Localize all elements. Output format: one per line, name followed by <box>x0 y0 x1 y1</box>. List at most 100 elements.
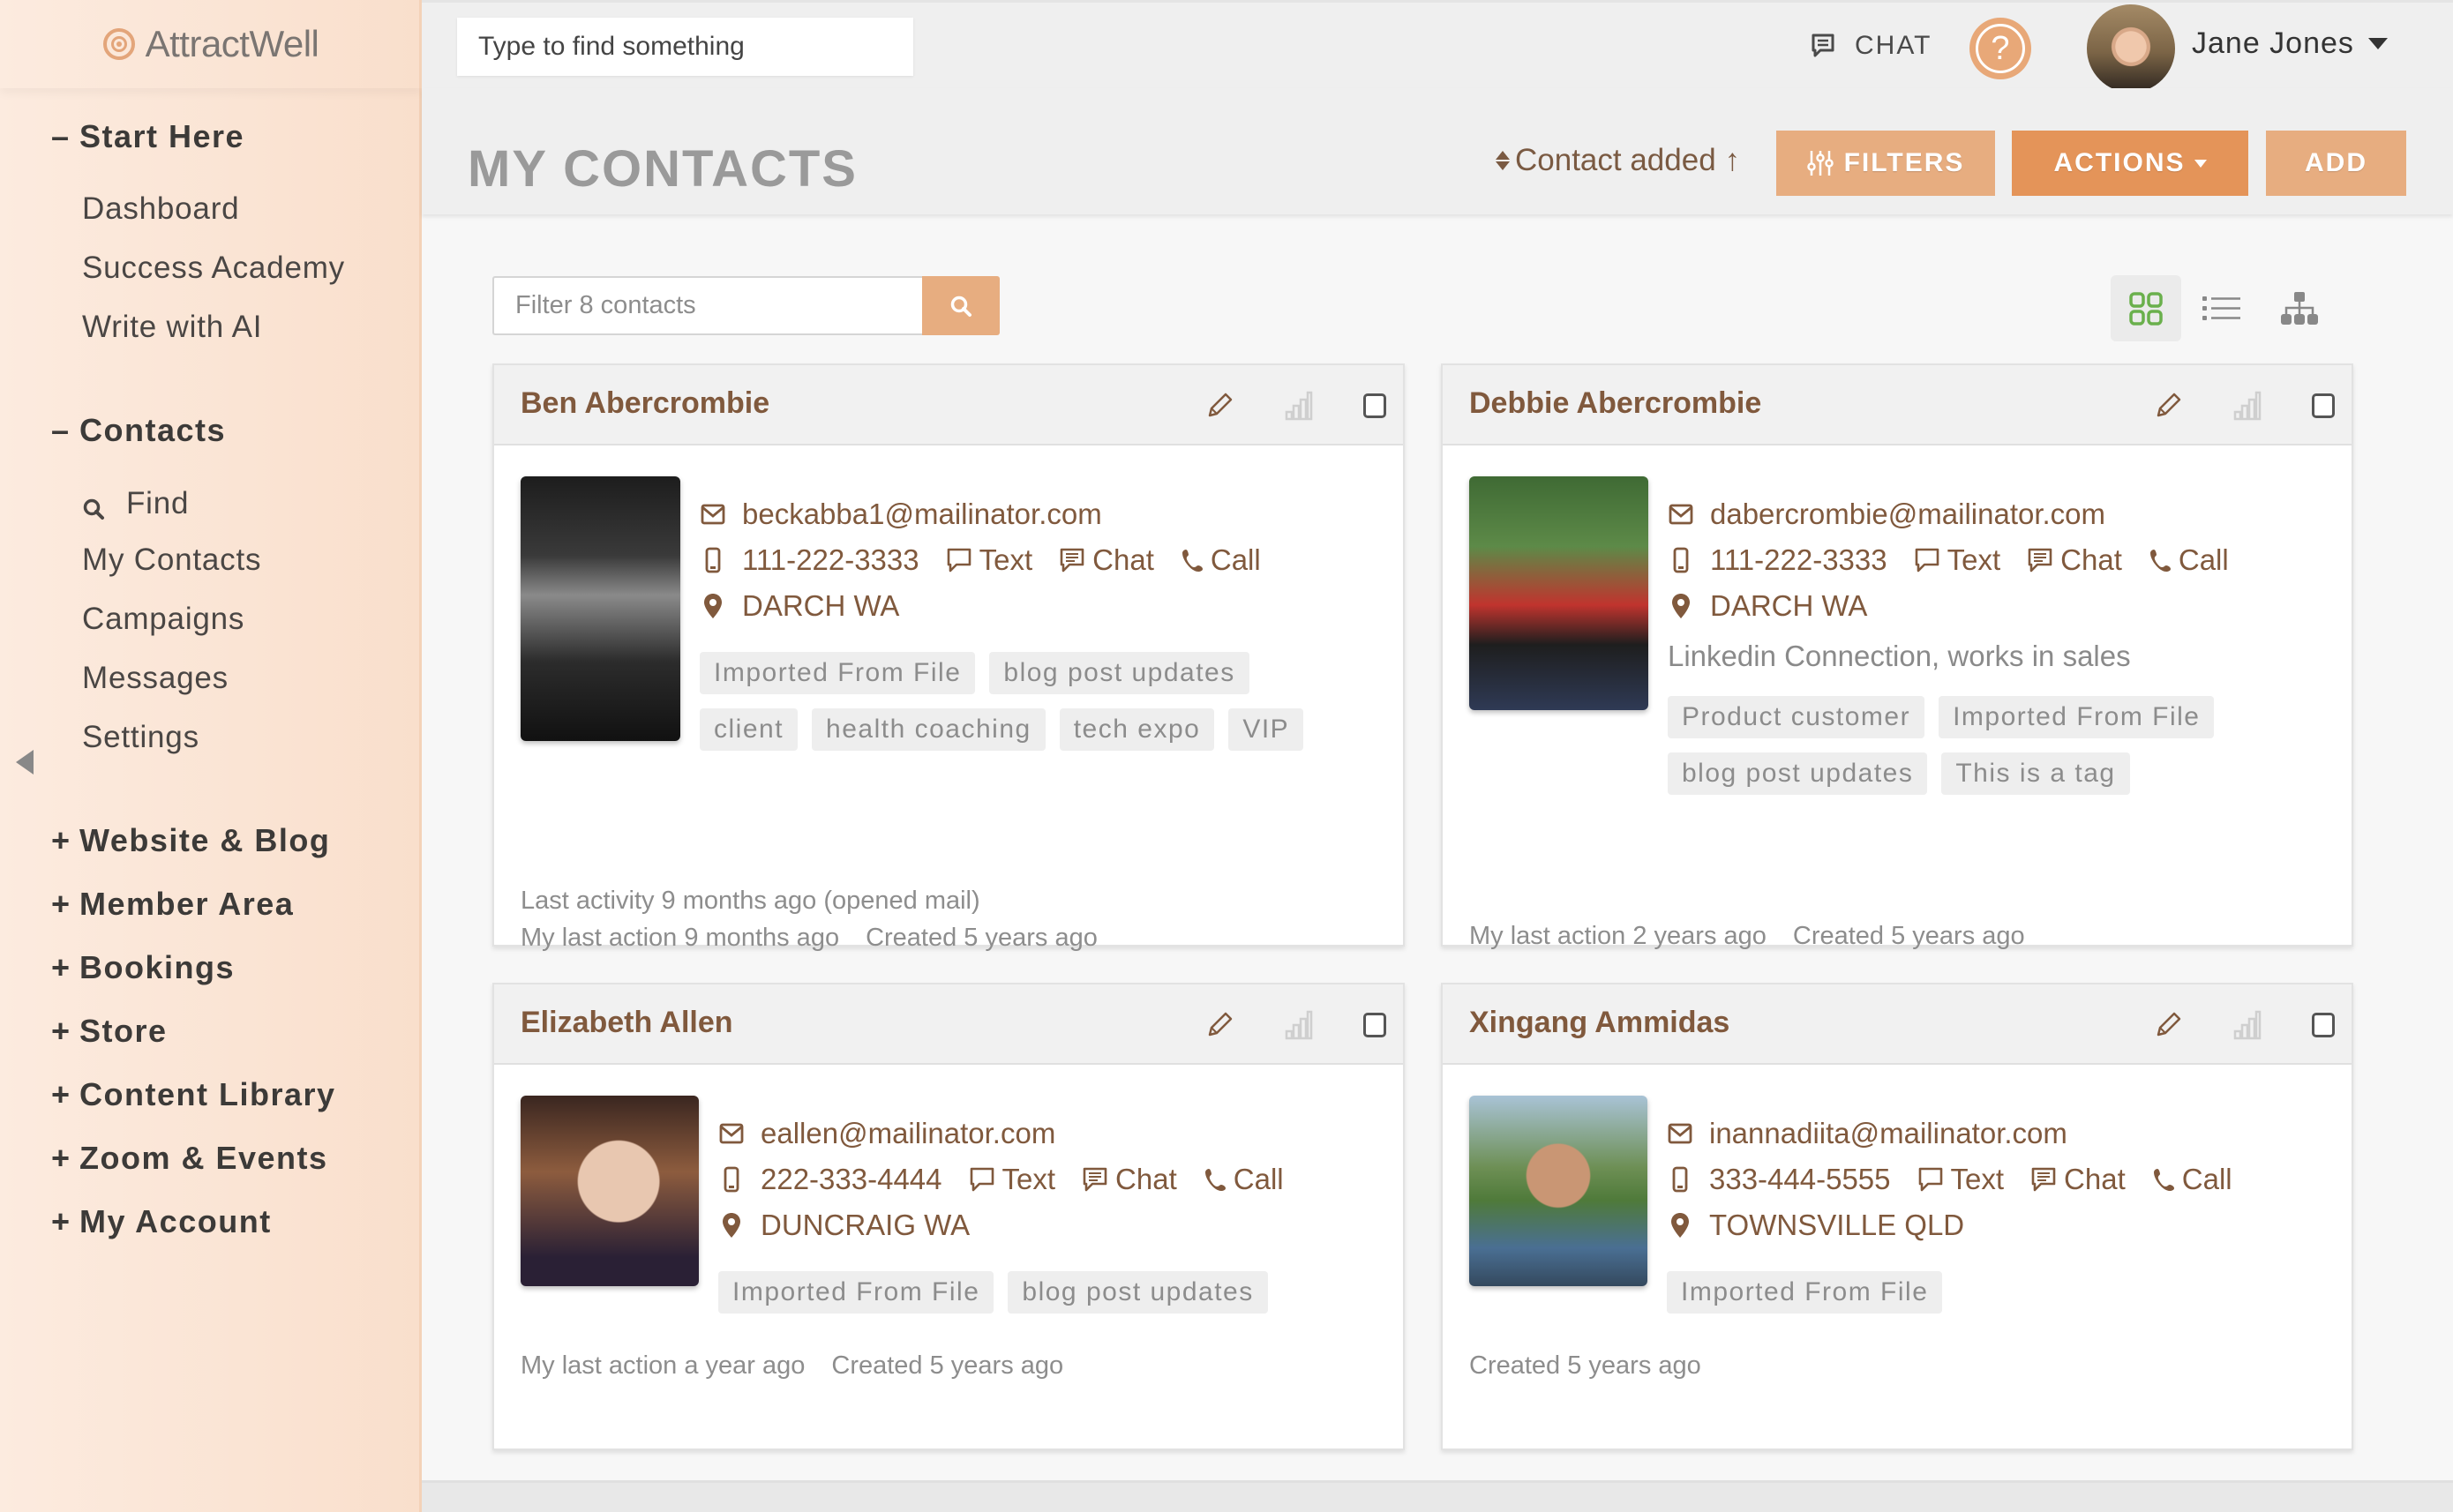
contact-phone: 111-222-3333 <box>742 543 919 576</box>
select-checkbox[interactable] <box>1359 390 1391 422</box>
text-button[interactable]: Text <box>969 1163 1055 1196</box>
select-checkbox[interactable] <box>2307 1009 2339 1041</box>
phone-row: 111-222-3333 Text Chat Call <box>1668 537 2321 583</box>
edit-icon[interactable] <box>2152 390 2184 422</box>
contact-email[interactable]: eallen@mailinator.com <box>761 1117 1055 1150</box>
call-button[interactable]: Call <box>2149 543 2229 577</box>
phone-icon <box>1204 1167 1234 1192</box>
contact-tag[interactable]: blog post updates <box>1008 1271 1268 1314</box>
text-button[interactable]: Text <box>1914 543 2000 577</box>
contact-email[interactable]: dabercrombie@mailinator.com <box>1710 498 2105 531</box>
nav-item-find[interactable]: Find <box>82 486 189 521</box>
contact-photo[interactable] <box>521 476 680 741</box>
filters-button[interactable]: FILTERS <box>1776 131 1995 196</box>
nav-item-write-with-ai[interactable]: Write with AI <box>82 310 262 345</box>
stats-icon[interactable] <box>1283 1009 1315 1041</box>
contact-tag[interactable]: blog post updates <box>1668 752 1928 795</box>
text-button[interactable]: Text <box>946 543 1032 577</box>
nav-item-dashboard[interactable]: Dashboard <box>82 191 239 227</box>
chat-button[interactable]: Chat <box>1059 543 1154 577</box>
filter-search-button[interactable] <box>922 276 1000 335</box>
select-checkbox[interactable] <box>2307 390 2339 422</box>
chat-button[interactable]: CHAT <box>1811 26 1932 65</box>
chat-button[interactable]: Chat <box>1082 1163 1177 1196</box>
edit-icon[interactable] <box>1204 1009 1235 1041</box>
contact-tag[interactable]: Product customer <box>1668 696 1925 738</box>
contact-name[interactable]: Debbie Abercrombie <box>1469 386 1761 421</box>
location-row: DUNCRAIG WA <box>718 1202 1371 1248</box>
stats-icon[interactable] <box>1283 390 1315 422</box>
chat-icon <box>1059 547 1092 573</box>
help-button[interactable]: ? <box>1969 18 2031 79</box>
contact-name[interactable]: Elizabeth Allen <box>521 1006 733 1040</box>
grid-view-button[interactable] <box>2111 275 2181 341</box>
nav-section-member-area[interactable]: + Member Area <box>51 886 294 923</box>
call-label: Call <box>2181 1163 2232 1195</box>
call-button[interactable]: Call <box>1204 1163 1284 1196</box>
contact-photo[interactable] <box>1469 476 1648 710</box>
nav-item-settings[interactable]: Settings <box>82 720 199 755</box>
call-label: Call <box>2178 543 2229 576</box>
nav-section-contacts[interactable]: – Contacts <box>51 412 226 449</box>
contact-email[interactable]: inannadiita@mailinator.com <box>1709 1117 2067 1150</box>
contact-photo[interactable] <box>1469 1096 1647 1286</box>
contact-name[interactable]: Ben Abercrombie <box>521 386 769 421</box>
contact-tag[interactable]: This is a tag <box>1941 752 2130 795</box>
user-avatar[interactable] <box>2087 4 2175 93</box>
nav-section-start-here[interactable]: – Start Here <box>51 118 244 155</box>
edit-icon[interactable] <box>1204 390 1235 422</box>
nav-item-label: Find <box>126 486 190 520</box>
contact-tag[interactable]: tech expo <box>1059 708 1215 751</box>
call-button[interactable]: Call <box>2152 1163 2232 1196</box>
nav-section-content-library[interactable]: + Content Library <box>51 1076 336 1113</box>
user-menu[interactable]: Jane Jones <box>2192 26 2388 61</box>
contact-tag[interactable]: client <box>700 708 799 751</box>
nav-item-campaigns[interactable]: Campaigns <box>82 602 244 637</box>
nav-section-zoom-events[interactable]: + Zoom & Events <box>51 1140 328 1177</box>
nav-section-website-blog[interactable]: + Website & Blog <box>51 822 330 859</box>
stats-icon[interactable] <box>2232 390 2263 422</box>
collapse-icon: – <box>51 412 71 448</box>
contact-name[interactable]: Xingang Ammidas <box>1469 1006 1729 1040</box>
contact-tag[interactable]: Imported From File <box>1939 696 2215 738</box>
edit-icon[interactable] <box>2152 1009 2184 1041</box>
contact-tag[interactable]: VIP <box>1228 708 1304 751</box>
email-row: beckabba1@mailinator.com <box>700 491 1353 537</box>
actions-button[interactable]: ACTIONS <box>2012 131 2248 196</box>
chat-button[interactable]: Chat <box>2027 543 2122 577</box>
nav-section-bookings[interactable]: + Bookings <box>51 949 235 986</box>
card-header: Elizabeth Allen <box>494 984 1403 1065</box>
text-button[interactable]: Text <box>1917 1163 2004 1196</box>
filter-contacts-input[interactable] <box>492 276 922 335</box>
nav-item-my-contacts[interactable]: My Contacts <box>82 543 261 578</box>
chat-label: Chat <box>1115 1163 1177 1195</box>
add-button[interactable]: ADD <box>2266 131 2406 196</box>
nav-item-success-academy[interactable]: Success Academy <box>82 251 345 286</box>
sort-label: Contact added <box>1515 143 1716 177</box>
contact-info: beckabba1@mailinator.com 111-222-3333 Te… <box>700 491 1353 765</box>
list-view-button[interactable] <box>2187 275 2257 341</box>
contact-tag[interactable]: Imported From File <box>700 652 976 694</box>
contact-photo[interactable] <box>521 1096 699 1286</box>
nav-section-my-account[interactable]: + My Account <box>51 1203 272 1240</box>
contact-tag[interactable]: Imported From File <box>1667 1271 1943 1314</box>
mobile-phone-icon <box>718 1166 745 1193</box>
sidebar-collapse-icon[interactable] <box>16 750 34 775</box>
sort-control[interactable]: Contact added ↑ <box>1496 143 1740 178</box>
contact-tag[interactable]: blog post updates <box>989 652 1249 694</box>
global-search-input[interactable] <box>457 18 913 76</box>
chat-button[interactable]: Chat <box>2030 1163 2126 1196</box>
tree-view-button[interactable] <box>2264 275 2335 341</box>
select-checkbox[interactable] <box>1359 1009 1391 1041</box>
stats-icon[interactable] <box>2232 1009 2263 1041</box>
call-button[interactable]: Call <box>1181 543 1261 577</box>
contact-meta-block: My last action 2 years ago Created 5 year… <box>1469 917 2025 954</box>
logo[interactable]: AttractWell <box>0 0 422 88</box>
nav-item-messages[interactable]: Messages <box>82 661 229 696</box>
contact-tag[interactable]: health coaching <box>812 708 1046 751</box>
contact-email[interactable]: beckabba1@mailinator.com <box>742 498 1102 531</box>
nav-section-store[interactable]: + Store <box>51 1013 168 1050</box>
contact-tag[interactable]: Imported From File <box>718 1271 994 1314</box>
phone-icon <box>1181 548 1211 573</box>
envelope-icon <box>700 504 726 525</box>
